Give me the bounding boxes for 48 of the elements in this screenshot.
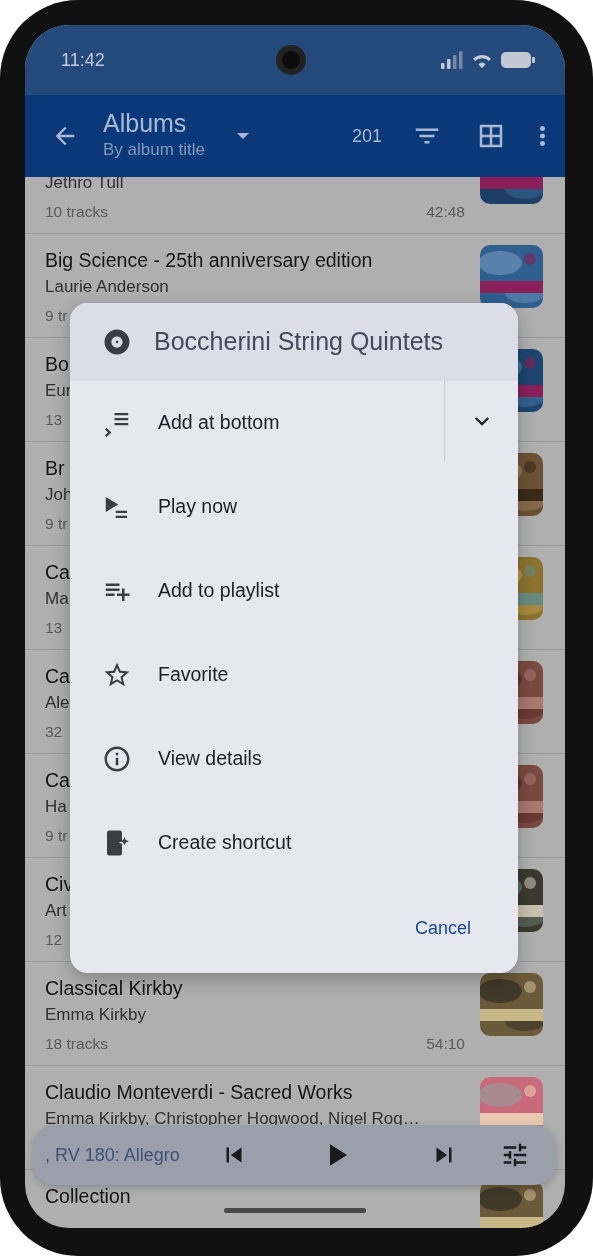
album-count: 201 (351, 124, 382, 148)
menu-item[interactable]: Add at bottom (70, 381, 444, 465)
album-artist: Emma Kirkby (45, 1005, 147, 1024)
menu-item[interactable]: Play now (70, 465, 518, 549)
album-duration: 54:10 (426, 1034, 465, 1054)
status-time: 11:42 (61, 48, 105, 72)
battery-icon (501, 51, 535, 69)
dialog-title: Boccherini String Quintets (154, 326, 444, 358)
sort-subtitle: By album title (103, 139, 206, 162)
signal-icon (441, 51, 463, 69)
chevron-down-icon (474, 416, 489, 426)
track-count: 32 (45, 722, 63, 742)
track-count: 12 (45, 930, 63, 950)
album-title: Classical Kirkby (45, 977, 183, 999)
menu-item[interactable]: View details (70, 717, 518, 801)
now-playing-title: , RV 180: Allegro (45, 1143, 181, 1167)
menu-item[interactable]: Favorite (70, 633, 518, 717)
track-count: 10 tracks (45, 202, 108, 222)
album-artist: Ale (45, 693, 70, 712)
album-title: Br (45, 457, 65, 479)
album-artist: Laurie Anderson (45, 277, 169, 296)
album-artist: Ma (45, 589, 69, 608)
track-count: 13 (45, 618, 63, 638)
album-duration: 42:48 (426, 202, 465, 222)
album-artist: Ha (45, 797, 67, 816)
menu-item[interactable]: Add to playlist (70, 549, 518, 633)
more-icon (540, 126, 545, 146)
album-artist: Art (45, 901, 67, 920)
album-title: Collection (45, 1185, 131, 1207)
track-count: 18 tracks (45, 1034, 108, 1054)
play-icon (330, 1144, 347, 1166)
track-count: 9 tr (45, 306, 68, 326)
album-title: Big Science - 25th anniversary edition (45, 249, 373, 271)
track-count: 9 tr (45, 514, 68, 534)
track-count: 9 tr (45, 826, 68, 846)
track-count: 13 (45, 410, 63, 430)
album-artist: Eur (45, 381, 72, 400)
camera-hole (275, 45, 306, 75)
screen-title: Albums (103, 109, 188, 138)
album-title: Ca (45, 665, 70, 687)
album-title: Claudio Monteverdi - Sacred Works (45, 1081, 353, 1103)
album-title: Ca (45, 561, 70, 583)
cancel-button[interactable]: Cancel (404, 909, 481, 948)
album-title: Bo (45, 353, 69, 375)
menu-item[interactable]: Create shortcut (70, 801, 518, 885)
caret-icon (237, 133, 250, 139)
album-title: Ca (45, 769, 70, 791)
info-icon (102, 744, 132, 774)
